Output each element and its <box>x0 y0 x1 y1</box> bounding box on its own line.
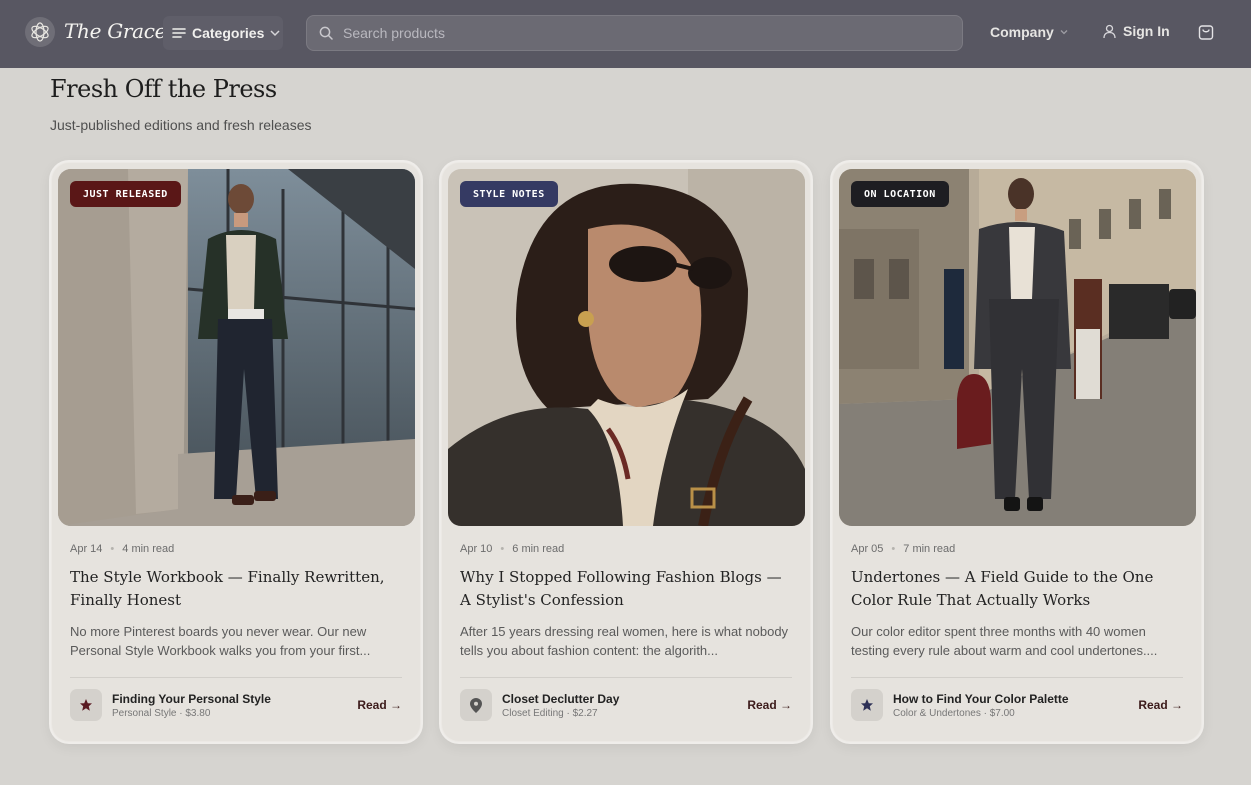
star-icon <box>851 689 883 721</box>
read-time: 6 min read <box>512 543 565 555</box>
product-name: How to Find Your Color Palette <box>893 691 1069 706</box>
chevron-down-icon <box>1060 30 1068 35</box>
divider <box>460 677 792 678</box>
article-meta: Apr 05 • 7 min read <box>851 543 955 555</box>
read-link[interactable]: Read → <box>747 698 792 712</box>
product-meta: Closet Editing · $2.27 <box>502 707 598 719</box>
top-navigation-bar: The Grace Categories Company Sign In <box>0 0 1251 68</box>
search-input[interactable] <box>343 25 962 41</box>
chevron-down-icon <box>270 30 280 37</box>
article-photo[interactable]: STYLE NOTES <box>448 169 805 526</box>
search-icon <box>319 26 333 40</box>
category-badge: ON LOCATION <box>851 181 949 207</box>
article-excerpt: After 15 years dressing real women, here… <box>460 624 789 658</box>
categories-label: Categories <box>192 25 265 41</box>
article-title[interactable]: The Style Workbook — Finally Rewritten, … <box>70 566 406 612</box>
category-badge: JUST RELEASED <box>70 181 181 207</box>
company-label: Company <box>990 24 1054 40</box>
article-excerpt: Our color editor spent three months with… <box>851 624 1158 658</box>
product-meta: Color & Undertones · $7.00 <box>893 707 1015 719</box>
company-menu[interactable]: Company <box>990 24 1068 40</box>
article-excerpt: No more Pinterest boards you never wear.… <box>70 624 371 658</box>
logo-icon[interactable] <box>25 17 55 47</box>
product-meta: Personal Style · $3.80 <box>112 707 211 719</box>
article-card[interactable]: STYLE NOTES Apr 10 • 6 min read Why I St… <box>441 162 811 742</box>
divider <box>851 677 1183 678</box>
section-title: Fresh Off the Press <box>50 75 277 103</box>
section-subtitle: Just-published editions and fresh releas… <box>50 117 312 133</box>
product-name: Closet Declutter Day <box>502 691 620 706</box>
read-time: 7 min read <box>903 543 956 555</box>
article-title[interactable]: Undertones — A Field Guide to the One Co… <box>851 566 1187 612</box>
read-link[interactable]: Read → <box>1138 698 1183 712</box>
article-meta: Apr 14 • 4 min read <box>70 543 174 555</box>
category-badge: STYLE NOTES <box>460 181 558 207</box>
cart-button[interactable] <box>1197 23 1217 43</box>
separator-dot: • <box>891 543 896 555</box>
shopping-bag-icon <box>1198 25 1214 40</box>
publish-date: Apr 05 <box>851 543 884 555</box>
user-icon <box>1103 24 1116 38</box>
separator-dot: • <box>110 543 115 555</box>
article-photo[interactable]: JUST RELEASED <box>58 169 415 526</box>
publish-date: Apr 10 <box>460 543 493 555</box>
article-meta: Apr 10 • 6 min read <box>460 543 564 555</box>
read-link[interactable]: Read → <box>357 698 402 712</box>
article-title[interactable]: Why I Stopped Following Fashion Blogs — … <box>460 566 796 612</box>
read-time: 4 min read <box>122 543 175 555</box>
location-pin-icon <box>460 689 492 721</box>
search-bar[interactable] <box>306 15 963 51</box>
product-name: Finding Your Personal Style <box>112 691 271 706</box>
categories-button[interactable]: Categories <box>163 16 283 50</box>
brand-name[interactable]: The Grace <box>64 19 167 43</box>
article-photo[interactable]: ON LOCATION <box>839 169 1196 526</box>
publish-date: Apr 14 <box>70 543 103 555</box>
separator-dot: • <box>500 543 505 555</box>
star-icon <box>70 689 102 721</box>
divider <box>70 677 402 678</box>
related-product[interactable]: Finding Your Personal Style Personal Sty… <box>70 689 402 721</box>
sign-in-label: Sign In <box>1123 23 1170 39</box>
related-product[interactable]: Closet Declutter Day Closet Editing · $2… <box>460 689 792 721</box>
menu-icon <box>172 28 186 38</box>
article-card[interactable]: ON LOCATION Apr 05 • 7 min read Underton… <box>832 162 1202 742</box>
sign-in-button[interactable]: Sign In <box>1102 23 1170 39</box>
article-card[interactable]: JUST RELEASED Apr 14 • 4 min read The St… <box>51 162 421 742</box>
related-product[interactable]: How to Find Your Color Palette Color & U… <box>851 689 1183 721</box>
